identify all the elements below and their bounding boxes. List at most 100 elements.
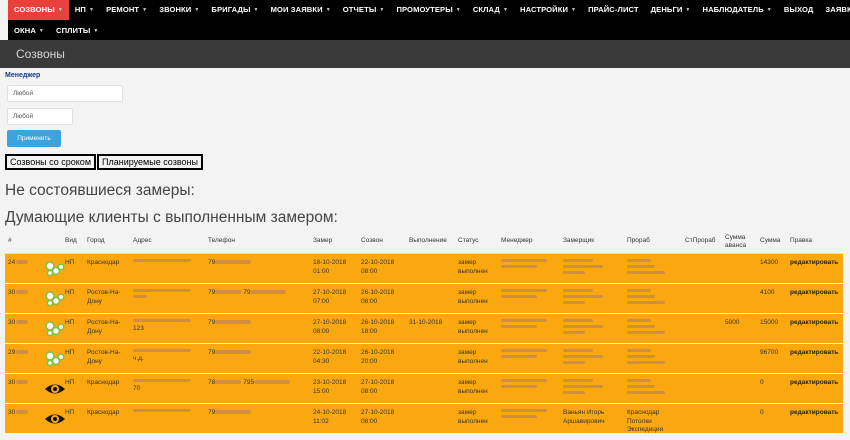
nav-item-vyhod[interactable]: ВЫХОД [778, 0, 820, 20]
tab-planiruemye-sozvony[interactable]: Планируемые созвоны [97, 154, 203, 170]
nav-item-label: СПЛИТЫ [55, 26, 91, 35]
redacted-text [627, 331, 665, 334]
redacted-text [627, 349, 651, 352]
nav-item-nablyudatel[interactable]: НАБЛЮДАТЕЛЬ ▼ [696, 0, 777, 20]
redacted-text [563, 289, 593, 292]
nav-item-remont[interactable]: РЕМОНТ ▼ [100, 0, 153, 20]
cell-zamershik [563, 379, 603, 397]
cell-address: 123 [133, 319, 191, 334]
cell-phone-prefix: 79 [208, 409, 216, 416]
header-col-id: # [8, 237, 12, 244]
nav-item-label: ЗВОНКИ [159, 5, 192, 14]
cell-address [133, 259, 191, 265]
cell-status: замер выполнен [458, 409, 488, 426]
cell-line: Дону [87, 357, 102, 365]
nav-item-okna[interactable]: ОКНА ▼ [8, 21, 50, 41]
cell-line: Краснодар [627, 409, 660, 416]
nav-item-nastroiki[interactable]: НАСТРОЙКИ ▼ [514, 0, 582, 20]
cell-summa: 0 [760, 409, 764, 416]
cell-line: Потолки [627, 417, 652, 425]
cell-status: замер выполнен [458, 259, 488, 276]
redacted-text [133, 349, 191, 352]
table-header: # Вид Город Адрес Телефон Замер Созвон Выполнен… [5, 232, 843, 254]
section-title-unfinished: Не состоявшиеся замеры: [5, 182, 195, 199]
nav-item-zvonki[interactable]: ЗВОНКИ ▼ [153, 0, 205, 20]
chevron-down-icon: ▼ [38, 28, 44, 34]
cell-line: 123 [133, 325, 144, 332]
chevron-down-icon: ▼ [57, 7, 63, 13]
nav-item-otchety[interactable]: ОТЧЕТЫ ▼ [337, 0, 391, 20]
cell-city: Ростов-На- Дону [87, 349, 121, 366]
nav-item-moi-zayavki[interactable]: МОИ ЗАЯВКИ ▼ [265, 0, 337, 20]
cell-zamershik [563, 259, 603, 277]
green-dots-icon-svg [45, 321, 65, 337]
nav-item-sklad[interactable]: СКЛАД ▼ [467, 0, 514, 20]
cell-line: 22-10-2018 [313, 349, 347, 356]
header-col-vypolnenie: Выполнение [409, 237, 447, 244]
edit-link[interactable]: редактировать [790, 409, 838, 418]
nav-item-np[interactable]: НП ▼ [69, 0, 100, 20]
nav-item-sozvony[interactable]: СОЗВОНЫ ▼ [8, 0, 69, 20]
manager-select[interactable]: Любой [7, 85, 123, 102]
redacted-text [133, 259, 191, 262]
cell-line: 08:00 [361, 267, 378, 275]
cell-id-text: 30 [8, 319, 16, 326]
cell-city: Краснодар [87, 409, 119, 418]
cell-zamer: 22-10-2018 04:30 [313, 349, 346, 366]
redacted-text [501, 409, 547, 412]
cell-phone-prefix: 79 [208, 289, 216, 296]
header-col-zamershik: Замерщик [563, 237, 595, 244]
edit-link[interactable]: редактировать [790, 259, 838, 268]
redacted-text [563, 331, 585, 334]
cell-summa: 0 [760, 379, 764, 386]
nav-item-label: ПРАЙС-ЛИСТ [588, 5, 639, 14]
redacted-text [627, 325, 655, 328]
table-body: 24 НП Краснодар 79 18-10-2018 01:00 22-10-2018… [5, 254, 843, 434]
edit-link[interactable]: редактировать [790, 349, 838, 358]
cell-line: 26-10-2018 [361, 349, 395, 356]
cell-phone: 79 [208, 409, 253, 418]
header-col-avans: Сумма аванса [725, 234, 747, 249]
redacted-text [133, 409, 191, 412]
cell-zamershik [563, 319, 603, 337]
redacted-text [16, 380, 29, 385]
redacted-text [501, 319, 547, 322]
redacted-text [501, 385, 537, 388]
second-select[interactable]: Любой [7, 108, 73, 125]
nav-item-brigady[interactable]: БРИГАДЫ ▼ [205, 0, 264, 20]
eye-icon-svg [45, 414, 65, 424]
cell-phone-prefix: 795 [243, 379, 255, 386]
nav-item-zayavki-meb[interactable]: ЗАЯВКИ МЕБ [819, 0, 850, 20]
nav-item-splity[interactable]: СПЛИТЫ ▼ [50, 21, 104, 41]
edit-link[interactable]: редактировать [790, 319, 838, 328]
cell-line: Дону [87, 327, 102, 335]
cell-line: Дону [87, 297, 102, 305]
nav-item-promoutery[interactable]: ПРОМОУТЕРЫ ▼ [390, 0, 466, 20]
header-col-status: Статус [458, 237, 479, 244]
main-nav: СОЗВОНЫ ▼ НП ▼ РЕМОНТ ▼ ЗВОНКИ ▼ БРИГАДЫ ▼ МОИ ЗАЯ… [8, 0, 850, 40]
cell-phone: 78 795 [208, 379, 292, 388]
edit-link[interactable]: редактировать [790, 289, 838, 298]
nav-item-prais-list[interactable]: ПРАЙС-ЛИСТ [582, 0, 645, 20]
redacted-text [563, 295, 603, 298]
nav-item-dengi[interactable]: ДЕНЬГИ ▼ [645, 0, 697, 20]
tab-sozvony-so-srokom[interactable]: Созвоны со сроком [5, 154, 97, 170]
cell-id-text: 30 [8, 379, 16, 386]
cell-line: 24-10-2018 [313, 409, 347, 416]
nav-item-label: ПРОМОУТЕРЫ [396, 5, 453, 14]
edit-link[interactable]: редактировать [790, 379, 838, 388]
cell-line: Ростов-На- [87, 319, 121, 326]
dot [57, 293, 65, 301]
header-col-zamer: Замер [313, 237, 333, 244]
dot [46, 329, 54, 337]
eye-icon [44, 411, 66, 427]
redacted-text [215, 320, 252, 325]
cell-sozvon: 27-10-2018 08:00 [361, 409, 394, 426]
redacted-text [627, 265, 655, 268]
green-dots-icon-svg [45, 351, 65, 367]
cell-line: Краснодар [87, 409, 120, 416]
apply-button[interactable]: Применить [7, 130, 61, 147]
redacted-text [627, 361, 665, 364]
cell-status: замер выполнен [458, 289, 488, 306]
chevron-down-icon: ▼ [379, 7, 385, 13]
